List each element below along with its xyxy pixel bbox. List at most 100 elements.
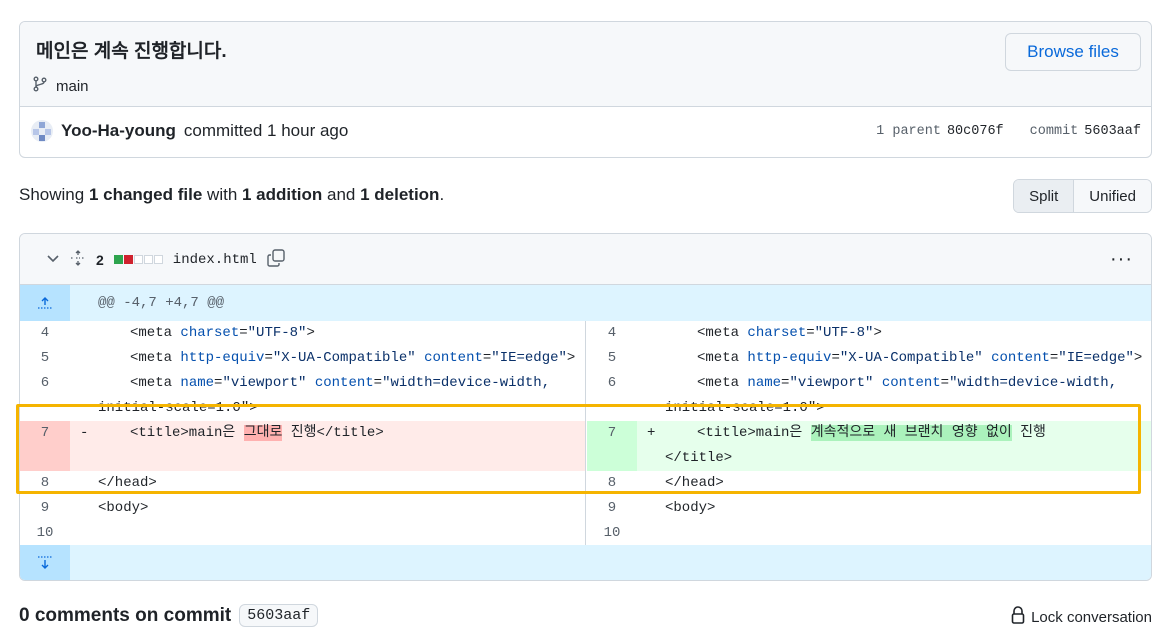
diff-summary: Showing 1 changed file with 1 addition a…	[19, 185, 444, 205]
code-token: <meta	[130, 325, 181, 341]
hunk-header-text: @@ -4,7 +4,7 @@	[98, 295, 225, 311]
commit-label: commit	[1029, 124, 1079, 139]
diff-sign: +	[647, 425, 656, 441]
code-token: "viewport"	[789, 375, 874, 391]
committed-time: committed 1 hour ago	[183, 121, 349, 140]
comments-title: 0 comments on commit	[19, 604, 232, 626]
diff-line: 9 <body>	[20, 496, 585, 521]
diff-sign: -	[80, 425, 89, 441]
line-number[interactable]: 8	[587, 471, 637, 496]
line-number[interactable]: 10	[587, 521, 637, 546]
diff-line: 5 <meta http-equiv="X-UA-Compatible" con…	[20, 346, 585, 371]
code-token: <body>	[665, 500, 716, 516]
code-token: "UTF-8"	[247, 325, 307, 341]
summary-additions: 1 addition	[242, 185, 323, 204]
code-token: <body>	[98, 500, 149, 516]
line-number[interactable]: 10	[20, 521, 70, 546]
code-token: </title>	[665, 450, 733, 466]
commit-meta-row: Yoo-Ha-young committed 1 hour ago 1 pare…	[20, 107, 1151, 157]
parent-sha-link[interactable]: 80c076f	[947, 124, 1004, 139]
code-token: <meta	[697, 325, 748, 341]
line-number[interactable]: 5	[20, 346, 70, 371]
avatar[interactable]	[31, 120, 53, 142]
summary-changed: 1 changed file	[88, 185, 203, 204]
code-token: "viewport"	[222, 375, 307, 391]
split-diff: 4 <meta charset="UTF-8"> 5 <meta http-eq…	[20, 321, 1151, 546]
chevron-down-icon[interactable]	[46, 251, 60, 268]
code-token: 진행	[1011, 425, 1046, 441]
code-token: initial-scale=1.0">	[98, 400, 258, 416]
lock-icon	[1011, 606, 1025, 628]
diff-line: 4 <meta charset="UTF-8">	[587, 321, 1151, 346]
summary-suffix: .	[439, 185, 445, 204]
line-number[interactable]: 4	[20, 321, 70, 346]
git-branch-icon	[32, 76, 48, 96]
browse-files-button[interactable]: Browse files	[1005, 33, 1141, 71]
diff-right: 4 <meta charset="UTF-8"> 5 <meta http-eq…	[587, 321, 1151, 546]
commit-header: 메인은 계속 진행합니다. main Browse files Yoo-Ha-y…	[19, 21, 1152, 158]
diff-left: 4 <meta charset="UTF-8"> 5 <meta http-eq…	[20, 321, 586, 546]
code-token: initial-scale=1.0">	[665, 400, 825, 416]
deleted-line: 7 - <title>main은 그대로 진행</title>	[20, 421, 585, 471]
expand-up-icon[interactable]	[20, 285, 70, 321]
line-number[interactable]: 9	[587, 496, 637, 521]
code-token: "width=device-width,	[382, 375, 551, 391]
code-token: >	[873, 325, 882, 341]
diff-line: 8 </head>	[20, 471, 585, 496]
code-token: content	[982, 350, 1050, 366]
diff-line: 6 <meta name="viewport" content="width=d…	[20, 371, 585, 421]
lock-conversation-button[interactable]: Lock conversation	[1011, 606, 1152, 628]
added-word: 계속적으로 새 브랜치 영향 없이	[810, 425, 1012, 441]
code-token: =	[373, 375, 383, 391]
diffstat-bar	[113, 255, 163, 264]
change-count: 2	[96, 251, 104, 268]
code-token: >	[306, 325, 315, 341]
code-token: "IE=edge"	[491, 350, 567, 366]
expand-bottom-row	[20, 545, 1151, 580]
commit-sha-chip: 5603aaf	[239, 604, 319, 627]
deleted-word: 그대로	[243, 425, 283, 441]
author-row: Yoo-Ha-young committed 1 hour ago	[31, 120, 348, 142]
code-token: </head>	[98, 475, 157, 491]
line-number[interactable]: 6	[587, 371, 637, 396]
line-number[interactable]: 4	[587, 321, 637, 346]
code-token: =	[940, 375, 950, 391]
code-token: "width=device-width,	[949, 375, 1118, 391]
code-token: <meta	[130, 350, 181, 366]
line-number[interactable]: 8	[20, 471, 70, 496]
commit-shas: 1 parent 80c076f commit 5603aaf	[876, 124, 1141, 139]
line-number[interactable]: 9	[20, 496, 70, 521]
code-token: <meta	[130, 375, 181, 391]
split-view-button[interactable]: Split	[1014, 180, 1075, 212]
code-token: <title>main은	[697, 425, 811, 441]
summary-prefix: Showing	[19, 185, 89, 204]
commit-title-area: 메인은 계속 진행합니다. main Browse files	[20, 22, 1151, 107]
code-token: 진행</title>	[282, 425, 384, 441]
line-number[interactable]: 5	[587, 346, 637, 371]
code-token: http-equiv	[747, 350, 832, 366]
code-token: <meta	[697, 350, 748, 366]
code-token: content	[873, 375, 941, 391]
diff-line: 6 <meta name="viewport" content="width=d…	[587, 371, 1151, 421]
more-options-icon[interactable]: ···	[1110, 248, 1133, 271]
diff-line: 9 <body>	[587, 496, 1151, 521]
code-token: name	[747, 375, 782, 391]
code-token: name	[180, 375, 215, 391]
line-number[interactable]: 7	[587, 421, 637, 471]
parent-label: 1 parent	[876, 124, 941, 139]
copy-icon[interactable]	[267, 249, 285, 270]
unified-view-button[interactable]: Unified	[1074, 180, 1151, 212]
branch-name[interactable]: main	[56, 78, 89, 95]
line-number[interactable]: 6	[20, 371, 70, 396]
file-diff: 2 index.html ··· @@ -4,7 +4,7 @@ 4 <meta…	[19, 233, 1152, 581]
summary-and: and	[322, 185, 361, 204]
code-token: <meta	[697, 375, 748, 391]
expand-all-icon[interactable]	[70, 250, 86, 269]
line-number[interactable]: 7	[20, 421, 70, 471]
file-name-link[interactable]: index.html	[173, 252, 257, 268]
expand-down-icon[interactable]	[20, 545, 70, 580]
code-token: content	[306, 375, 374, 391]
author-name[interactable]: Yoo-Ha-young	[61, 121, 176, 141]
added-line: 7 + <title>main은 계속적으로 새 브랜치 영향 없이 진행 </…	[587, 421, 1151, 471]
code-token: content	[415, 350, 483, 366]
